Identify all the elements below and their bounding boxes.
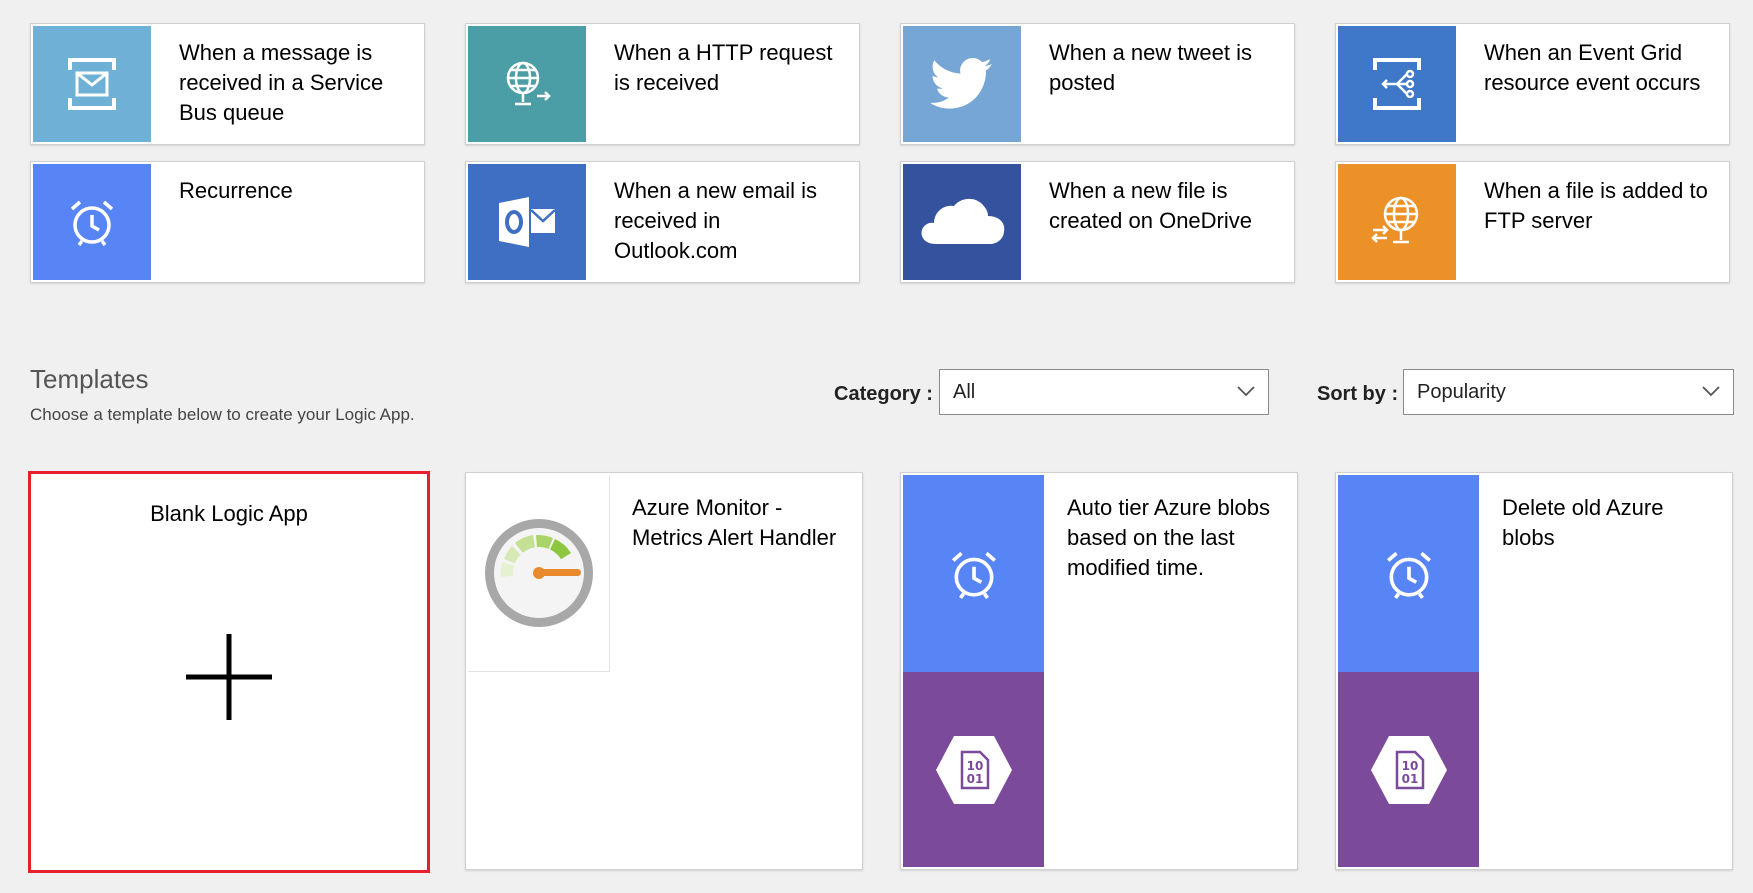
- template-tile-top: [903, 475, 1044, 672]
- template-tile-bottom: 10 01: [1338, 672, 1479, 867]
- trigger-tile: [1338, 164, 1456, 280]
- trigger-card-http-request[interactable]: When a HTTP request is received: [465, 23, 860, 145]
- outlook-icon: [495, 193, 559, 251]
- template-card-delete-old-blobs[interactable]: 10 01 Delete old Azure blobs: [1335, 472, 1733, 870]
- speedometer-icon: [481, 515, 597, 631]
- trigger-card-event-grid[interactable]: When an Event Grid resource event occurs: [1335, 23, 1730, 145]
- svg-text:10: 10: [966, 759, 983, 773]
- trigger-tile: [33, 26, 151, 142]
- trigger-label: When a message is received in a Service …: [179, 40, 384, 125]
- template-tile-bottom: 10 01: [903, 672, 1044, 867]
- onedrive-cloud-icon: [916, 194, 1008, 250]
- blob-storage-icon: 10 01: [934, 734, 1014, 806]
- trigger-label: When a new email is received in Outlook.…: [614, 178, 817, 263]
- blob-storage-icon: 10 01: [1369, 734, 1449, 806]
- alarm-clock-icon: [67, 197, 117, 247]
- trigger-card-recurrence[interactable]: Recurrence: [30, 161, 425, 283]
- trigger-tile: [468, 26, 586, 142]
- template-card-auto-tier-blobs[interactable]: 10 01 Auto tier Azure blobs based on the…: [900, 472, 1298, 870]
- template-label: Blank Logic App: [150, 501, 308, 526]
- trigger-card-new-tweet[interactable]: When a new tweet is posted: [900, 23, 1295, 145]
- trigger-label: When a new file is created on OneDrive: [1049, 178, 1252, 233]
- trigger-tile: [468, 164, 586, 280]
- svg-text:10: 10: [1401, 759, 1418, 773]
- sort-dropdown[interactable]: Popularity: [1403, 369, 1734, 415]
- template-tile: [468, 475, 610, 672]
- alarm-clock-icon: [948, 548, 1000, 600]
- category-dropdown[interactable]: All: [939, 369, 1269, 415]
- trigger-card-onedrive-file[interactable]: When a new file is created on OneDrive: [900, 161, 1295, 283]
- sort-label: Sort by :: [1317, 383, 1399, 405]
- service-bus-icon: [62, 56, 122, 112]
- svg-text:01: 01: [966, 772, 983, 786]
- alarm-clock-icon: [1383, 548, 1435, 600]
- template-tile-top: [1338, 475, 1479, 672]
- trigger-tile: [33, 164, 151, 280]
- trigger-label: When an Event Grid resource event occurs: [1484, 40, 1701, 95]
- trigger-label: When a HTTP request is received: [614, 40, 833, 95]
- trigger-label: Recurrence: [179, 178, 293, 203]
- template-card-blank-logic-app[interactable]: Blank Logic App: [28, 471, 430, 873]
- trigger-card-service-bus[interactable]: When a message is received in a Service …: [30, 23, 425, 145]
- template-label: Auto tier Azure blobs based on the last …: [1067, 495, 1271, 580]
- trigger-label: When a new tweet is posted: [1049, 40, 1252, 95]
- event-grid-icon: [1367, 56, 1427, 112]
- category-value: All: [953, 381, 976, 403]
- category-label: Category :: [834, 383, 933, 405]
- trigger-tile: [903, 164, 1021, 280]
- trigger-tile: [1338, 26, 1456, 142]
- ftp-globe-icon: [1367, 192, 1427, 252]
- template-label: Azure Monitor - Metrics Alert Handler: [632, 495, 837, 550]
- twitter-bird-icon: [930, 57, 994, 111]
- trigger-label: When a file is added to FTP server: [1484, 178, 1708, 233]
- sort-value: Popularity: [1417, 381, 1506, 403]
- chevron-down-icon: [1701, 384, 1721, 403]
- trigger-card-outlook-email[interactable]: When a new email is received in Outlook.…: [465, 161, 860, 283]
- svg-text:01: 01: [1401, 772, 1418, 786]
- templates-heading: Templates: [30, 364, 149, 394]
- templates-subtitle: Choose a template below to create your L…: [30, 405, 415, 424]
- http-globe-icon: [499, 56, 555, 112]
- template-label: Delete old Azure blobs: [1502, 495, 1664, 550]
- plus-icon: [186, 634, 272, 725]
- chevron-down-icon: [1236, 384, 1256, 403]
- template-card-azure-monitor[interactable]: Azure Monitor - Metrics Alert Handler: [465, 472, 863, 870]
- trigger-card-ftp-file[interactable]: When a file is added to FTP server: [1335, 161, 1730, 283]
- trigger-tile: [903, 26, 1021, 142]
